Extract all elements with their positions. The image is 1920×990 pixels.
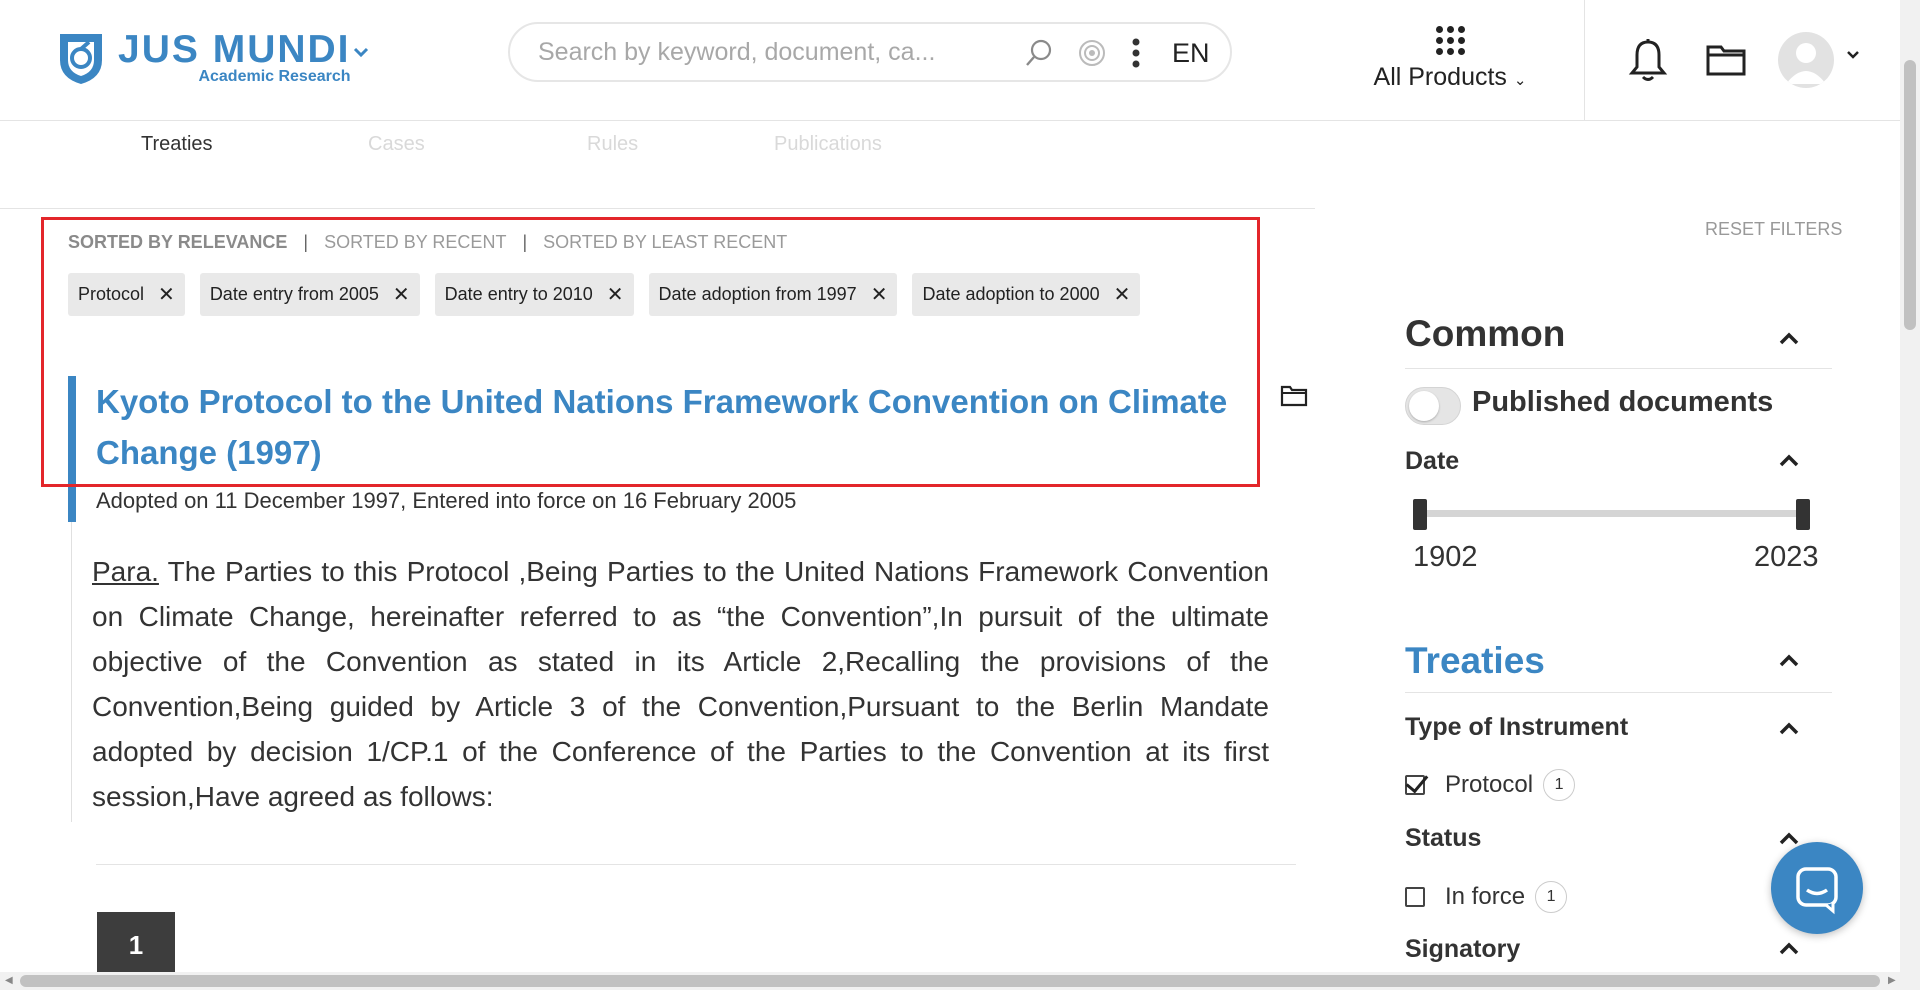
chevron-up-icon[interactable] — [1778, 720, 1800, 736]
language-selector[interactable]: EN — [1172, 38, 1210, 69]
filter-chip: Protocol ✕ — [68, 273, 185, 316]
chevron-down-icon: ⌄ — [1513, 72, 1527, 89]
result-side-line — [71, 522, 72, 822]
date-max-value: 2023 — [1754, 541, 1819, 573]
close-icon[interactable]: ✕ — [393, 282, 410, 307]
chevron-up-icon[interactable] — [1778, 652, 1800, 668]
published-documents-toggle[interactable] — [1405, 387, 1461, 425]
chevron-up-icon[interactable] — [1778, 940, 1800, 956]
horizontal-scrollbar[interactable]: ◀ ▶ — [0, 972, 1920, 990]
chevron-up-icon[interactable] — [1778, 330, 1800, 346]
chevron-down-icon[interactable] — [1846, 50, 1860, 60]
active-filters: Protocol ✕ Date entry from 2005 ✕ Date ent… — [68, 273, 1141, 316]
protocol-label: Protocol — [1445, 771, 1534, 798]
chat-icon — [1796, 867, 1838, 915]
published-documents-label: Published documents — [1472, 386, 1774, 418]
scrollbar-thumb[interactable] — [20, 975, 1880, 987]
tab-treaties[interactable]: Treaties — [141, 133, 213, 156]
vertical-scrollbar[interactable] — [1900, 0, 1920, 972]
result-dates: Adopted on 11 December 1997, Entered int… — [96, 488, 797, 513]
user-icon — [1786, 43, 1826, 84]
all-products-label: All Products — [1373, 63, 1507, 91]
chevron-up-icon[interactable] — [1778, 452, 1800, 468]
search-input[interactable] — [538, 37, 998, 67]
signatory-heading: Signatory — [1405, 935, 1521, 963]
search-bar: EN — [508, 22, 1232, 82]
slider-max-handle[interactable] — [1796, 499, 1810, 530]
folder-icon[interactable] — [1280, 385, 1308, 407]
document-type-tabs: Treaties Cases Rules Publications — [0, 121, 1315, 209]
result-title-link[interactable]: Kyoto Protocol to the United Nations Fra… — [96, 376, 1296, 478]
scrollbar-thumb[interactable] — [1904, 60, 1916, 330]
slider-min-handle[interactable] — [1413, 499, 1427, 530]
bell-icon[interactable] — [1628, 38, 1668, 82]
jus-mundi-logo[interactable]: JUS MUNDI Academic Research — [56, 30, 351, 86]
close-icon[interactable]: ✕ — [607, 282, 624, 307]
apps-grid-icon — [1365, 26, 1535, 55]
instrument-protocol-option[interactable]: Protocol 1 — [1405, 769, 1576, 801]
in-force-checkbox[interactable] — [1405, 887, 1425, 907]
excerpt-text: The Parties to this Protocol ,Being Part… — [92, 556, 1269, 812]
logo-name: JUS MUNDI — [118, 28, 351, 71]
reset-filters-button[interactable]: RESET FILTERS — [1705, 219, 1842, 240]
sort-recent[interactable]: SORTED BY RECENT — [324, 232, 506, 253]
all-products-menu[interactable]: All Products ⌄ — [1365, 26, 1535, 92]
filter-chip: Date entry to 2010 ✕ — [434, 273, 634, 316]
divider — [96, 864, 1296, 865]
close-icon[interactable]: ✕ — [158, 282, 175, 307]
status-heading: Status — [1405, 824, 1482, 852]
filter-chip-label: Date adoption from 1997 — [658, 284, 857, 304]
result-accent-bar — [68, 376, 76, 522]
divider — [1405, 368, 1832, 369]
close-icon[interactable]: ✕ — [871, 282, 888, 307]
divider — [1405, 692, 1832, 693]
separator: | — [303, 232, 309, 252]
filter-chip: Date adoption from 1997 ✕ — [648, 273, 898, 316]
date-range-slider[interactable] — [1420, 510, 1804, 517]
target-icon[interactable] — [1078, 39, 1106, 67]
search-icon[interactable] — [1024, 38, 1054, 68]
scroll-left-icon[interactable]: ◀ — [5, 975, 13, 986]
filter-chip-label: Date entry to 2010 — [444, 284, 593, 304]
count-badge: 1 — [1535, 881, 1568, 913]
para-label[interactable]: Para. — [92, 556, 159, 587]
folder-icon[interactable] — [1706, 44, 1746, 76]
result-excerpt: Para. The Parties to this Protocol ,Bein… — [92, 549, 1269, 819]
filter-chip-label: Protocol — [78, 284, 145, 304]
status-in-force-option[interactable]: In force 1 — [1405, 881, 1568, 913]
sort-options: SORTED BY RELEVANCE | SORTED BY RECENT |… — [68, 232, 787, 253]
top-header: JUS MUNDI Academic Research EN All Produ… — [0, 0, 1900, 121]
user-avatar[interactable] — [1778, 32, 1834, 88]
more-vertical-icon[interactable] — [1131, 37, 1141, 69]
tab-publications[interactable]: Publications — [774, 133, 882, 156]
date-heading: Date — [1405, 447, 1460, 475]
protocol-checkbox[interactable] — [1405, 775, 1425, 795]
common-heading: Common — [1405, 313, 1566, 354]
type-of-instrument-heading: Type of Instrument — [1405, 713, 1629, 741]
scroll-right-icon[interactable]: ▶ — [1888, 975, 1896, 986]
sort-relevance[interactable]: SORTED BY RELEVANCE — [68, 232, 287, 253]
treaties-heading: Treaties — [1405, 640, 1545, 681]
sort-least-recent[interactable]: SORTED BY LEAST RECENT — [543, 232, 787, 253]
close-icon[interactable]: ✕ — [1114, 282, 1131, 307]
filter-chip: Date entry from 2005 ✕ — [199, 273, 420, 316]
header-divider — [1584, 0, 1585, 120]
filter-chip-label: Date entry from 2005 — [209, 284, 379, 304]
pagination-current-page[interactable]: 1 — [97, 912, 175, 978]
separator: | — [522, 232, 528, 252]
in-force-label: In force — [1445, 883, 1526, 910]
filter-chip-label: Date adoption to 2000 — [922, 284, 1100, 304]
count-badge: 1 — [1543, 769, 1576, 801]
filter-chip: Date adoption to 2000 ✕ — [912, 273, 1141, 316]
tab-cases[interactable]: Cases — [368, 133, 425, 156]
tab-rules[interactable]: Rules — [587, 133, 638, 156]
chat-support-button[interactable] — [1771, 842, 1863, 934]
date-min-value: 1902 — [1413, 541, 1478, 573]
chevron-down-icon[interactable] — [353, 46, 369, 58]
logo-shield-icon — [60, 34, 102, 84]
